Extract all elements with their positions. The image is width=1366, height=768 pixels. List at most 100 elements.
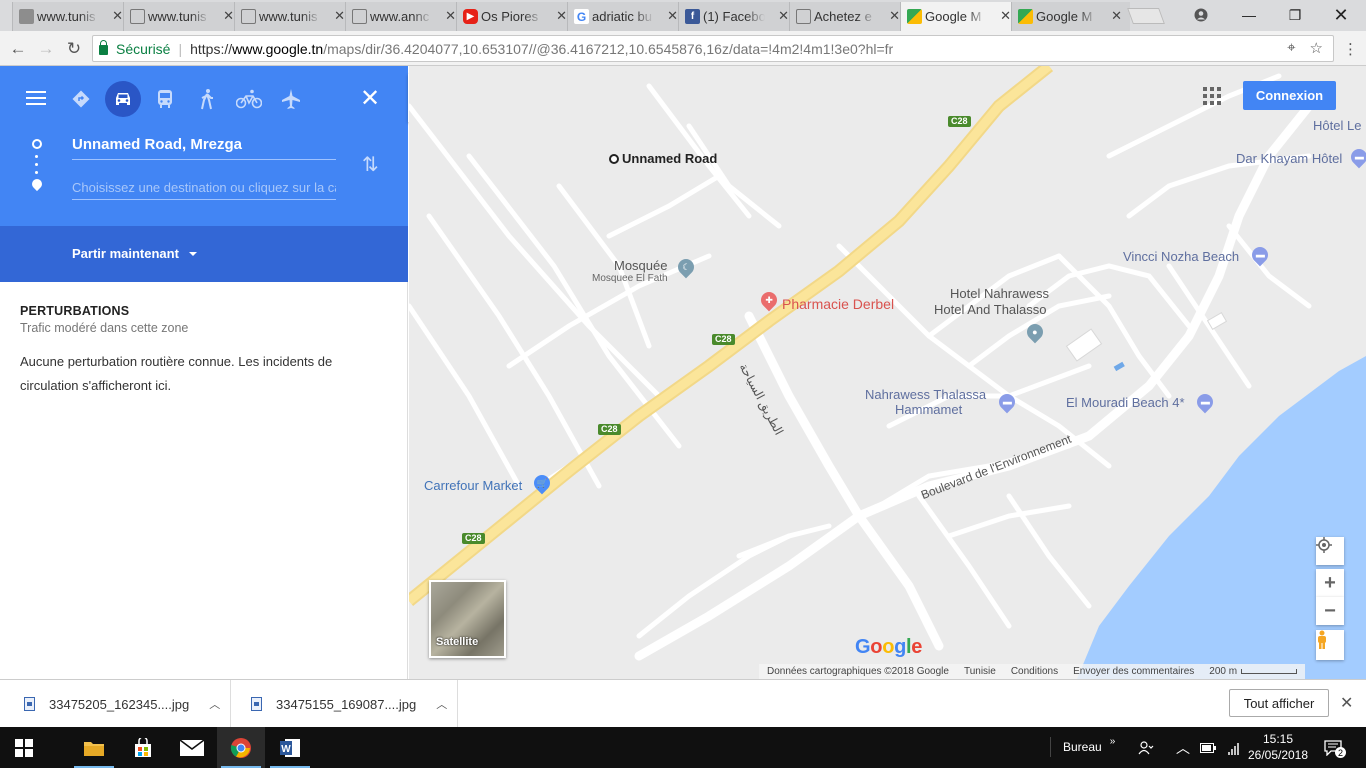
browser-tab[interactable]: Google M ✕	[1011, 2, 1130, 31]
browser-tab[interactable]: www.tunis ✕	[234, 2, 353, 31]
zoom-out-button[interactable]: −	[1316, 597, 1344, 625]
page-icon	[796, 9, 811, 24]
minimize-button[interactable]: —	[1226, 0, 1272, 30]
omnibox[interactable]: Sécurisé | https://www.google.tn/maps/di…	[92, 35, 1334, 62]
show-all-downloads-button[interactable]: Tout afficher	[1229, 689, 1329, 717]
secure-indicator[interactable]: Sécurisé	[93, 39, 170, 57]
close-tab-icon[interactable]: ✕	[112, 8, 123, 24]
close-tab-icon[interactable]: ✕	[556, 8, 567, 24]
carrefour-label[interactable]: Carrefour Market	[424, 478, 522, 493]
flight-mode-icon[interactable]	[273, 81, 309, 117]
close-tab-icon[interactable]: ✕	[1111, 8, 1122, 24]
restore-button[interactable]: ❐	[1272, 0, 1318, 30]
car-mode-icon[interactable]	[105, 81, 141, 117]
profile-icon[interactable]	[1178, 0, 1224, 30]
feedback-link[interactable]: Envoyer des commentaires	[1073, 666, 1194, 677]
origin-marker-icon[interactable]	[609, 154, 619, 164]
scale-indicator[interactable]: 200 m	[1209, 666, 1298, 677]
mosque-label[interactable]: Mosquée	[614, 258, 667, 273]
close-tab-icon[interactable]: ✕	[334, 8, 345, 24]
swap-direction-icon[interactable]: ⇅	[362, 152, 379, 177]
el-mouradi-label[interactable]: El Mouradi Beach 4*	[1066, 395, 1185, 410]
browser-tab[interactable]: ▶ Os Piores ✕	[456, 2, 575, 31]
close-tab-icon[interactable]: ✕	[778, 8, 789, 24]
close-window-button[interactable]: ✕	[1318, 0, 1364, 30]
cycling-mode-icon[interactable]	[231, 81, 267, 117]
best-route-mode-icon[interactable]	[63, 81, 99, 117]
new-tab-button[interactable]	[1127, 8, 1165, 24]
road-badge: C28	[948, 116, 971, 127]
location-icon[interactable]: ⌖	[1287, 39, 1295, 57]
country-link[interactable]: Tunisie	[964, 666, 996, 677]
chevron-up-icon[interactable]: ︿	[209, 696, 220, 712]
people-icon[interactable]	[1138, 727, 1154, 768]
close-tab-icon[interactable]: ✕	[889, 8, 900, 24]
forward-button[interactable]: →	[35, 38, 57, 60]
youtube-icon: ▶	[463, 9, 478, 24]
bookmark-star-icon[interactable]: ☆	[1310, 39, 1323, 57]
download-item[interactable]: 33475205_162345....jpg ︿	[0, 680, 231, 728]
windows-start-icon[interactable]	[0, 727, 48, 768]
nahrawess-thalassa-label[interactable]: Nahrawess Thalassa	[865, 387, 986, 402]
address-toolbar: ← → ↻ Sécurisé | https://www.google.tn/m…	[0, 31, 1366, 66]
walking-mode-icon[interactable]	[189, 81, 225, 117]
word-icon[interactable]: W	[266, 727, 314, 768]
close-tab-icon[interactable]: ✕	[223, 8, 234, 24]
toolbar-expand-icon[interactable]: »	[1110, 736, 1116, 747]
chevron-up-icon[interactable]: ︿	[436, 696, 447, 712]
browser-tab[interactable]: www.annc ✕	[345, 2, 464, 31]
sign-in-button[interactable]: Connexion	[1243, 81, 1336, 110]
satellite-toggle[interactable]: Satellite	[429, 580, 506, 658]
back-button[interactable]: ←	[7, 38, 29, 60]
my-location-icon[interactable]	[1316, 537, 1344, 565]
taskbar-clock[interactable]: 15:15 26/05/2018	[1247, 731, 1309, 763]
tray-overflow-icon[interactable]: ︿	[1176, 727, 1190, 768]
desktop-toolbar[interactable]: Bureau »	[1050, 736, 1116, 757]
google-icon: G	[574, 9, 589, 24]
wifi-icon[interactable]	[1224, 727, 1240, 768]
apps-grid-icon[interactable]	[1203, 87, 1221, 105]
origin-input[interactable]: Unnamed Road, Mrezga	[72, 136, 336, 160]
pegman-icon[interactable]	[1316, 630, 1344, 660]
destination-input[interactable]	[72, 176, 336, 200]
hotel-nahrawess-label[interactable]: Hotel Nahrawess	[950, 286, 1049, 301]
perturbations-title: PERTURBATIONS	[20, 304, 130, 318]
browser-menu-icon[interactable]: ⋮	[1343, 40, 1358, 58]
page-icon	[241, 9, 256, 24]
menu-icon[interactable]	[26, 91, 46, 105]
pharmacy-label[interactable]: Pharmacie Derbel	[782, 296, 894, 312]
vincci-label[interactable]: Vincci Nozha Beach	[1123, 249, 1239, 264]
browser-tab[interactable]: www.tunis ✕	[123, 2, 242, 31]
dar-khayam-label[interactable]: Dar Khayam Hôtel	[1236, 151, 1342, 166]
map-canvas[interactable]: C28 C28 C28 C28 Unnamed Road Mosquée Mos…	[409, 66, 1366, 679]
url-text[interactable]: https://www.google.tn/maps/dir/36.420407…	[190, 41, 893, 57]
transit-mode-icon[interactable]	[147, 81, 183, 117]
unnamed-road-label[interactable]: Unnamed Road	[622, 151, 717, 166]
notification-count-badge: 2	[1335, 747, 1346, 758]
browser-tab[interactable]: f (1) Facebo ✕	[678, 2, 797, 31]
facebook-icon: f	[685, 9, 700, 24]
reload-button[interactable]: ↻	[63, 38, 85, 60]
mail-icon[interactable]	[168, 727, 216, 768]
close-downloads-icon[interactable]: ✕	[1340, 693, 1353, 713]
close-directions-icon[interactable]: ✕	[360, 84, 380, 113]
terms-link[interactable]: Conditions	[1011, 666, 1058, 677]
browser-tab[interactable]: Achetez e ✕	[789, 2, 908, 31]
close-tab-icon[interactable]: ✕	[667, 8, 678, 24]
browser-tab[interactable]: G adriatic bu ✕	[567, 2, 686, 31]
browser-tab[interactable]: www.tunis ✕	[12, 2, 131, 31]
hotel-le-label[interactable]: Hôtel Le	[1313, 118, 1361, 133]
browser-tab-active[interactable]: Google M ✕	[900, 2, 1019, 31]
file-explorer-icon[interactable]	[70, 727, 118, 768]
close-tab-icon[interactable]: ✕	[1000, 8, 1011, 24]
svg-text:W: W	[281, 744, 291, 755]
notifications-icon[interactable]: 2	[1324, 727, 1346, 768]
download-item[interactable]: 33475155_169087....jpg ︿	[231, 680, 458, 728]
store-icon[interactable]	[119, 727, 167, 768]
chrome-icon[interactable]	[217, 727, 265, 768]
battery-icon[interactable]	[1200, 727, 1216, 768]
google-logo: Google	[855, 636, 923, 658]
close-tab-icon[interactable]: ✕	[445, 8, 456, 24]
depart-now-dropdown[interactable]: Partir maintenant	[72, 246, 197, 261]
zoom-in-button[interactable]: +	[1316, 569, 1344, 597]
